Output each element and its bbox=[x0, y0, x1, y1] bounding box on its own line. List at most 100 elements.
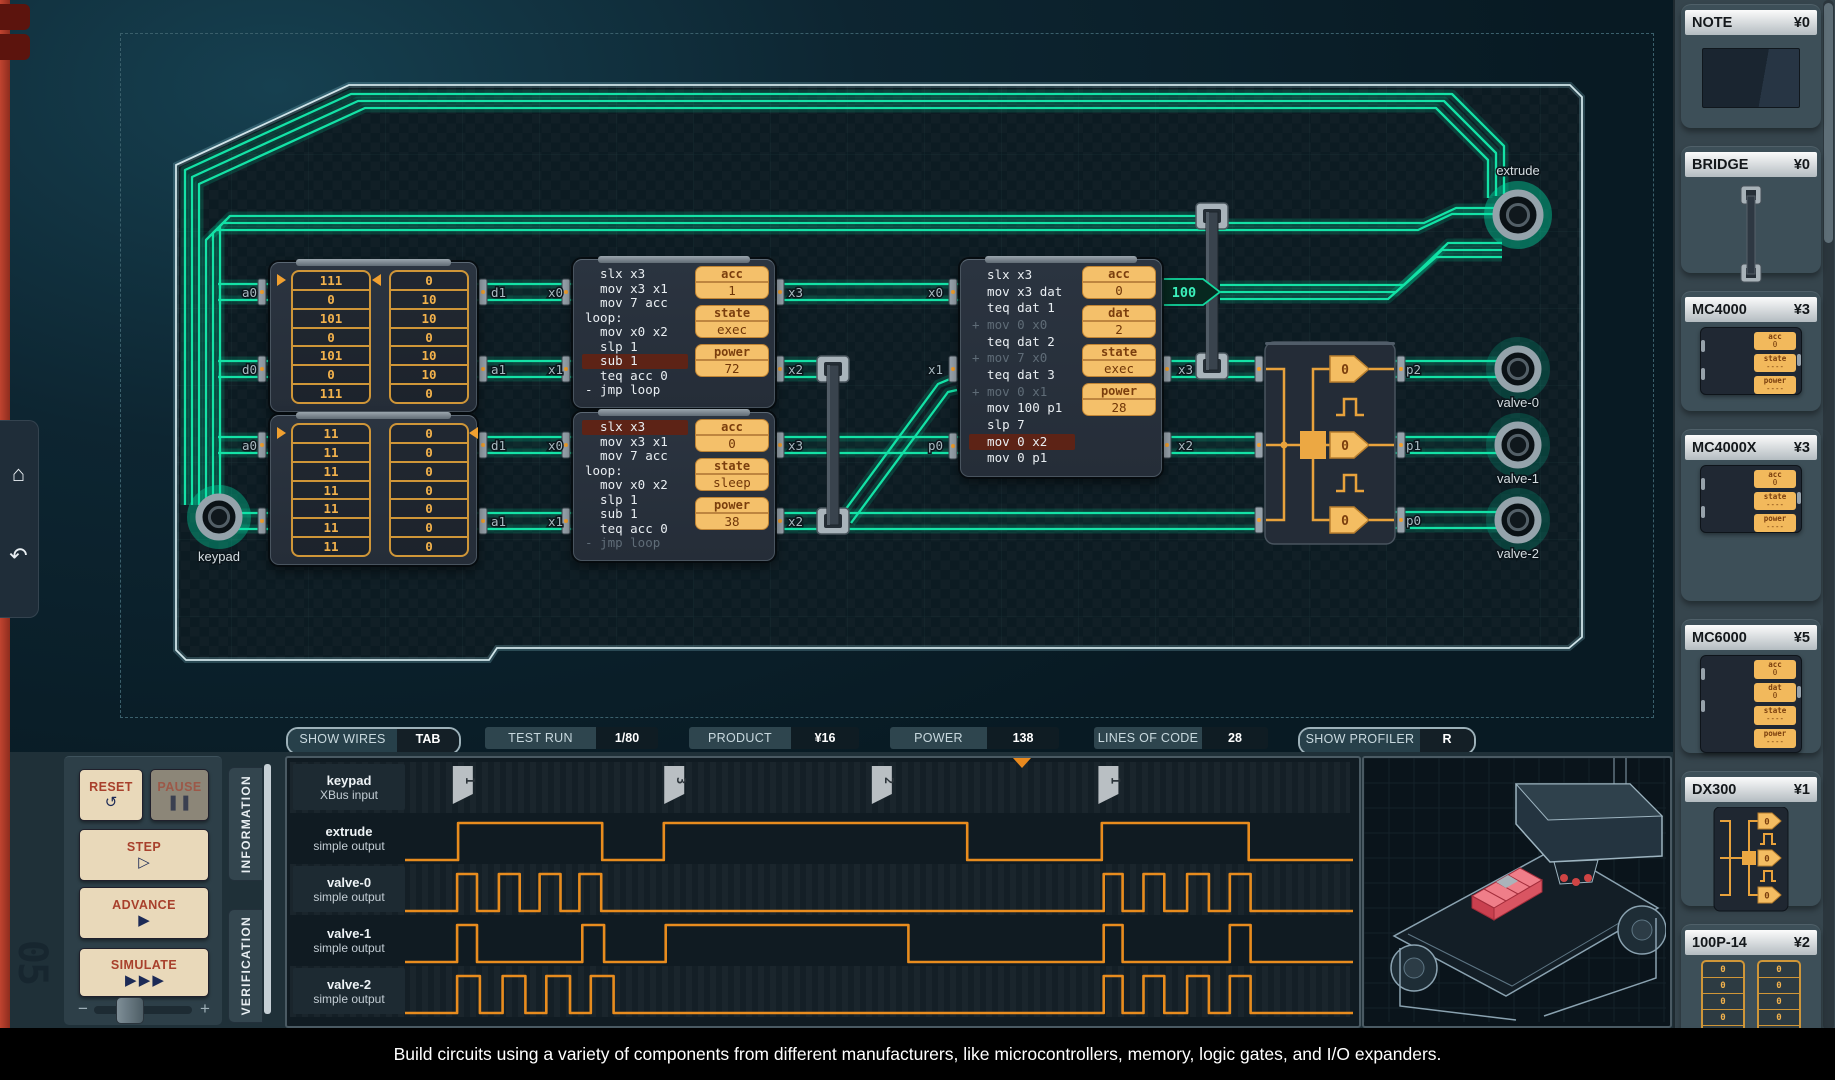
wire-label-a0: a0 bbox=[242, 438, 257, 453]
mini-nub bbox=[1701, 340, 1705, 352]
code-editor[interactable]: slx x3 mov x3 x1 mov 7 accloop: mov x0 x… bbox=[582, 267, 688, 400]
wire-label-d0: d0 bbox=[242, 362, 257, 377]
rom-column-b[interactable]: 0000000 bbox=[389, 423, 469, 557]
rom-column-b[interactable]: 01010010100 bbox=[389, 270, 469, 404]
mc4000-chip-1[interactable]: slx x3 mov x3 x1 mov 7 accloop: mov x0 x… bbox=[573, 259, 775, 408]
simulate-button[interactable]: SIMULATE▶ ▶ ▶ bbox=[79, 948, 209, 997]
mc6000-chip-3[interactable]: slx x3 mov x3 dat teq dat 1+ mov 0 x0 te… bbox=[960, 259, 1162, 477]
panel-edge-strip bbox=[264, 764, 271, 1014]
scrollbar-thumb[interactable] bbox=[1824, 3, 1833, 243]
register-acc: acc0 bbox=[695, 419, 769, 452]
sidebar-item-mc4000[interactable]: MC4000¥3acc0state----power---- bbox=[1681, 291, 1821, 411]
register-power: power38 bbox=[695, 497, 769, 530]
wire-label-a1: a1 bbox=[491, 362, 506, 377]
rom-cell: 10 bbox=[391, 364, 467, 383]
pad-label-valve-0: valve-0 bbox=[1497, 395, 1539, 410]
trace-valve-2 bbox=[405, 976, 1353, 1013]
sidebar-item-bridge[interactable]: BRIDGE¥0 bbox=[1681, 146, 1821, 273]
rom-column-a[interactable]: 111010101010111 bbox=[291, 270, 371, 404]
tab-verification[interactable]: VERIFICATION bbox=[228, 909, 263, 1023]
status-show-wires[interactable]: SHOW WIRESTAB bbox=[286, 727, 461, 755]
step-button[interactable]: STEP▷ bbox=[79, 829, 209, 881]
nav-panel: ⌂ ↶ bbox=[0, 420, 39, 618]
pad-valve-2[interactable]: valve-2 bbox=[1491, 493, 1545, 561]
rom-cell: 111 bbox=[293, 272, 369, 289]
code-line: slx x3 bbox=[969, 267, 1075, 284]
register-column: acc1stateexecpower72 bbox=[695, 266, 769, 377]
pad-valve-0[interactable]: valve-0 bbox=[1491, 342, 1545, 410]
control-panel: RESET↺PAUSE❚❚STEP▷ADVANCE▶SIMULATE▶ ▶ ▶−… bbox=[64, 756, 222, 1025]
status-show-profiler[interactable]: SHOW PROFILERR bbox=[1298, 727, 1476, 755]
register-value: 2 bbox=[1083, 322, 1155, 337]
mini-registers: acc0dat0state----power---- bbox=[1752, 658, 1798, 750]
item-price: ¥3 bbox=[1794, 302, 1810, 318]
rom-cell: 0 bbox=[293, 289, 369, 308]
rom-cell: 0 bbox=[391, 327, 467, 346]
svg-text:2: 2 bbox=[882, 777, 896, 784]
item-plate: DX300¥1 bbox=[1685, 777, 1817, 802]
register-power: power72 bbox=[695, 344, 769, 377]
pad-valve-1[interactable]: valve-1 bbox=[1491, 418, 1545, 486]
wire-label-x3: x3 bbox=[788, 285, 803, 300]
rom-column-a[interactable]: 11111111111111 bbox=[291, 423, 371, 557]
register-label: acc bbox=[1083, 267, 1155, 283]
item-preview: 000 bbox=[1681, 807, 1821, 913]
signal-type: simple output bbox=[313, 941, 384, 955]
mini-reg-value: ---- bbox=[1754, 363, 1796, 371]
simulate-icon: ▶ ▶ ▶ bbox=[125, 973, 163, 988]
mini-rom-cell: 0 bbox=[1759, 977, 1799, 993]
home-icon[interactable]: ⌂ bbox=[3, 449, 34, 499]
undo-icon[interactable]: ↶ bbox=[3, 531, 34, 581]
slider-knob[interactable] bbox=[116, 997, 144, 1024]
sidebar-item-dx300[interactable]: DX300¥1000 bbox=[1681, 771, 1821, 906]
rom-cell: 11 bbox=[293, 461, 369, 480]
mini-reg-value: 0 bbox=[1754, 341, 1796, 349]
mini-register-acc: acc0 bbox=[1754, 660, 1796, 679]
svg-text:1: 1 bbox=[463, 777, 477, 784]
mini-reg-value: ---- bbox=[1754, 715, 1796, 723]
rom-cell: 10 bbox=[391, 289, 467, 308]
slider-minus[interactable]: − bbox=[74, 997, 92, 1021]
button-label: PAUSE bbox=[157, 780, 201, 794]
trace-extrude bbox=[405, 823, 1353, 860]
code-editor[interactable]: slx x3 mov x3 dat teq dat 1+ mov 0 x0 te… bbox=[969, 267, 1075, 469]
code-line: mov 7 acc bbox=[582, 449, 688, 464]
wire-label-p2: p2 bbox=[1406, 362, 1421, 377]
button-label: STEP bbox=[127, 840, 161, 854]
advance-button[interactable]: ADVANCE▶ bbox=[79, 887, 209, 939]
sidebar-scrollbar[interactable] bbox=[1823, 0, 1834, 1030]
sidebar-item-mc4000x[interactable]: MC4000X¥3acc0state----power---- bbox=[1681, 429, 1821, 601]
code-editor[interactable]: slx x3 mov x3 x1 mov 7 accloop: mov x0 x… bbox=[582, 420, 688, 553]
mini-reg-value: ---- bbox=[1754, 523, 1796, 531]
reset-button[interactable]: RESET↺ bbox=[79, 769, 143, 821]
status-label: PRODUCT COST bbox=[689, 727, 791, 749]
mini-register-power: power---- bbox=[1754, 729, 1796, 748]
tab-information[interactable]: INFORMATION bbox=[228, 767, 263, 881]
rom-chip-2[interactable]: 111111111111110000000 bbox=[270, 415, 477, 565]
button-label: SIMULATE bbox=[111, 958, 177, 972]
register-column: acc0statesleeppower38 bbox=[695, 419, 769, 530]
sidebar-item-note[interactable]: NOTE¥0 bbox=[1681, 4, 1821, 128]
pad-extrude[interactable]: extrude bbox=[1489, 163, 1547, 244]
caption-bar: Build circuits using a variety of compon… bbox=[0, 1028, 1835, 1080]
mini-register-power: power---- bbox=[1754, 376, 1796, 394]
pause-button[interactable]: PAUSE❚❚ bbox=[150, 769, 209, 821]
mc4000-chip-2[interactable]: slx x3 mov x3 x1 mov 7 accloop: mov x0 x… bbox=[573, 412, 775, 561]
sidebar-item-mc6000[interactable]: MC6000¥5acc0dat0state----power---- bbox=[1681, 619, 1821, 753]
pad-keypad[interactable]: keypad bbox=[192, 490, 246, 564]
status-lines-of-code: LINES OF CODE28 bbox=[1094, 727, 1268, 749]
rom-cell: 11 bbox=[293, 536, 369, 555]
slider-plus[interactable]: + bbox=[196, 997, 214, 1021]
rom-chip-1[interactable]: 11101010101011101010010100 bbox=[270, 262, 477, 412]
left-menu-tab-2[interactable] bbox=[0, 34, 30, 60]
register-value: 0 bbox=[1083, 283, 1155, 298]
dx300-chip[interactable]: 000 bbox=[1265, 342, 1395, 544]
register-label: state bbox=[696, 306, 768, 322]
mini-nub bbox=[1701, 368, 1705, 380]
register-label: power bbox=[696, 345, 768, 361]
left-menu-tab-1[interactable] bbox=[0, 4, 30, 30]
rom-cursor-icon bbox=[469, 427, 478, 439]
rom-cell: 10 bbox=[391, 345, 467, 364]
mini-register-state: state---- bbox=[1754, 354, 1796, 372]
mini-registers: acc0state----power---- bbox=[1752, 468, 1798, 530]
